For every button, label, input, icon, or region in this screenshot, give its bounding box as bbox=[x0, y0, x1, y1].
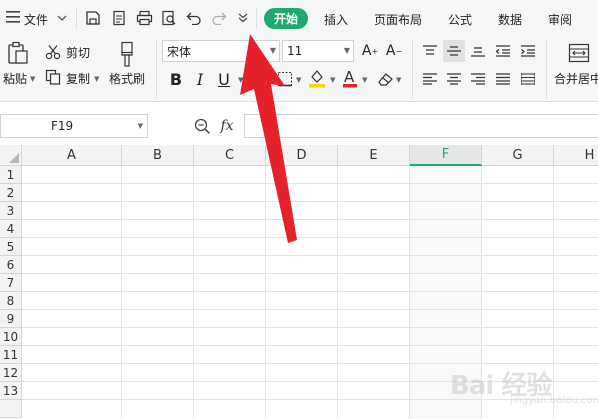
paste-button[interactable]: 粘贴 bbox=[3, 70, 27, 87]
baidu-watermark: Bai 经验 jingyan.baidu.com bbox=[450, 365, 598, 409]
print-icon[interactable] bbox=[135, 9, 153, 27]
format-painter-icon[interactable] bbox=[116, 40, 138, 68]
bold-button[interactable]: B bbox=[166, 69, 186, 89]
underline-button[interactable]: U bbox=[214, 69, 234, 89]
align-bottom-icon[interactable] bbox=[468, 41, 488, 61]
format-painter-button[interactable]: 格式刷 bbox=[109, 70, 145, 87]
align-middle-icon[interactable] bbox=[443, 40, 465, 62]
column-header-e[interactable]: E bbox=[338, 145, 410, 166]
row-header-10[interactable]: 10 bbox=[0, 328, 22, 346]
customize-toolbar-icon[interactable] bbox=[236, 11, 250, 25]
row-header-12[interactable]: 12 bbox=[0, 364, 22, 382]
border-dropdown-icon[interactable]: ▼ bbox=[296, 76, 301, 84]
row-header-4[interactable]: 4 bbox=[0, 220, 22, 238]
increase-indent-icon[interactable] bbox=[518, 41, 538, 61]
decrease-font-icon[interactable]: A − bbox=[384, 41, 404, 61]
file-menu[interactable]: 文件 bbox=[24, 9, 48, 29]
column-header-c[interactable]: C bbox=[194, 145, 266, 166]
formula-bar: F19 ▼ fx bbox=[0, 103, 598, 145]
clear-dropdown-icon[interactable]: ▼ bbox=[396, 76, 401, 84]
column-header-g[interactable]: G bbox=[482, 145, 554, 166]
eraser-icon[interactable] bbox=[376, 70, 394, 88]
justify-icon[interactable] bbox=[493, 69, 513, 89]
tab-formulas[interactable]: 公式 bbox=[448, 9, 472, 29]
copy-dropdown-icon[interactable]: ▼ bbox=[94, 75, 99, 83]
watermark-subtext: jingyan.baidu.com bbox=[510, 395, 598, 406]
row-header-8[interactable]: 8 bbox=[0, 292, 22, 310]
row-header-7[interactable]: 7 bbox=[0, 274, 22, 292]
menu-icon[interactable] bbox=[6, 10, 20, 24]
row-header-14[interactable] bbox=[0, 400, 22, 418]
print-preview-icon[interactable] bbox=[160, 9, 178, 27]
tab-insert[interactable]: 插入 bbox=[324, 9, 348, 29]
font-name-select[interactable]: 宋体 ▼ bbox=[162, 40, 280, 62]
merge-center-icon[interactable] bbox=[567, 42, 591, 64]
font-size-value: 11 bbox=[287, 44, 303, 58]
increase-font-icon[interactable]: A + bbox=[360, 41, 380, 61]
column-header-a[interactable]: A bbox=[22, 145, 122, 166]
save-icon[interactable] bbox=[84, 9, 102, 27]
row-header-2[interactable]: 2 bbox=[0, 184, 22, 202]
align-left-icon[interactable] bbox=[420, 69, 440, 89]
decrease-indent-icon[interactable] bbox=[493, 41, 513, 61]
row-header-3[interactable]: 3 bbox=[0, 202, 22, 220]
border-icon[interactable] bbox=[276, 70, 294, 88]
row-header-1[interactable]: 1 bbox=[0, 166, 22, 184]
copy-button[interactable]: 复制 bbox=[66, 70, 90, 87]
fill-color-icon[interactable] bbox=[308, 68, 326, 88]
tab-page-layout[interactable]: 页面布局 bbox=[374, 9, 422, 29]
svg-text:A: A bbox=[344, 68, 355, 86]
zoom-icon[interactable] bbox=[192, 116, 212, 136]
align-center-icon[interactable] bbox=[444, 69, 464, 89]
row-header-9[interactable]: 9 bbox=[0, 310, 22, 328]
column-header-b[interactable]: B bbox=[122, 145, 194, 166]
column-header-d[interactable]: D bbox=[266, 145, 338, 166]
align-top-icon[interactable] bbox=[420, 41, 440, 61]
chevron-down-icon: ▼ bbox=[343, 46, 350, 55]
column-header-h[interactable]: H bbox=[554, 145, 598, 166]
chevron-down-icon: ▼ bbox=[269, 46, 276, 55]
underline-dropdown-icon[interactable]: ▼ bbox=[238, 76, 243, 84]
export-pdf-icon[interactable] bbox=[110, 9, 128, 27]
undo-icon[interactable] bbox=[185, 9, 203, 27]
tab-data[interactable]: 数据 bbox=[498, 9, 522, 29]
paste-dropdown-icon[interactable]: ▼ bbox=[30, 75, 35, 83]
font-size-select[interactable]: 11 ▼ bbox=[282, 40, 354, 62]
font-color-icon[interactable]: A bbox=[342, 68, 358, 88]
row-header-6[interactable]: 6 bbox=[0, 256, 22, 274]
column-header-f[interactable]: F bbox=[410, 145, 482, 166]
cell-reference: F19 bbox=[51, 119, 74, 133]
quick-access-toolbar: 文件 开始 插入 页面布局 公式 数据 审阅 bbox=[0, 0, 598, 36]
cut-button[interactable]: 剪切 bbox=[66, 44, 90, 61]
redo-icon[interactable] bbox=[210, 9, 228, 27]
distributed-align-icon[interactable] bbox=[518, 69, 538, 89]
function-icon[interactable]: fx bbox=[216, 116, 238, 136]
font-color-dropdown-icon[interactable]: ▼ bbox=[362, 76, 367, 84]
fill-color-dropdown-icon[interactable]: ▼ bbox=[330, 76, 335, 84]
align-right-icon[interactable] bbox=[468, 69, 488, 89]
row-header-5[interactable]: 5 bbox=[0, 238, 22, 256]
name-box[interactable]: F19 ▼ bbox=[0, 114, 148, 138]
chevron-down-icon: ▼ bbox=[137, 122, 143, 130]
formula-input[interactable] bbox=[244, 114, 598, 138]
ribbon: 粘贴 ▼ 剪切 复制 ▼ 格式刷 宋体 ▼ 11 ▼ A + A − B I U ▼… bbox=[0, 36, 598, 102]
chevron-down-icon[interactable] bbox=[56, 12, 68, 24]
paste-icon[interactable] bbox=[6, 40, 30, 66]
merge-center-button[interactable]: 合并居中 bbox=[554, 70, 598, 87]
tab-start[interactable]: 开始 bbox=[264, 8, 308, 29]
font-name-value: 宋体 bbox=[167, 44, 192, 59]
scissors-icon[interactable] bbox=[44, 43, 62, 61]
row-header-11[interactable]: 11 bbox=[0, 346, 22, 364]
tab-review[interactable]: 审阅 bbox=[548, 9, 572, 29]
select-all-corner[interactable] bbox=[0, 145, 22, 166]
row-header-13[interactable]: 13 bbox=[0, 382, 22, 400]
italic-button[interactable]: I bbox=[190, 69, 210, 89]
copy-icon[interactable] bbox=[44, 68, 62, 86]
